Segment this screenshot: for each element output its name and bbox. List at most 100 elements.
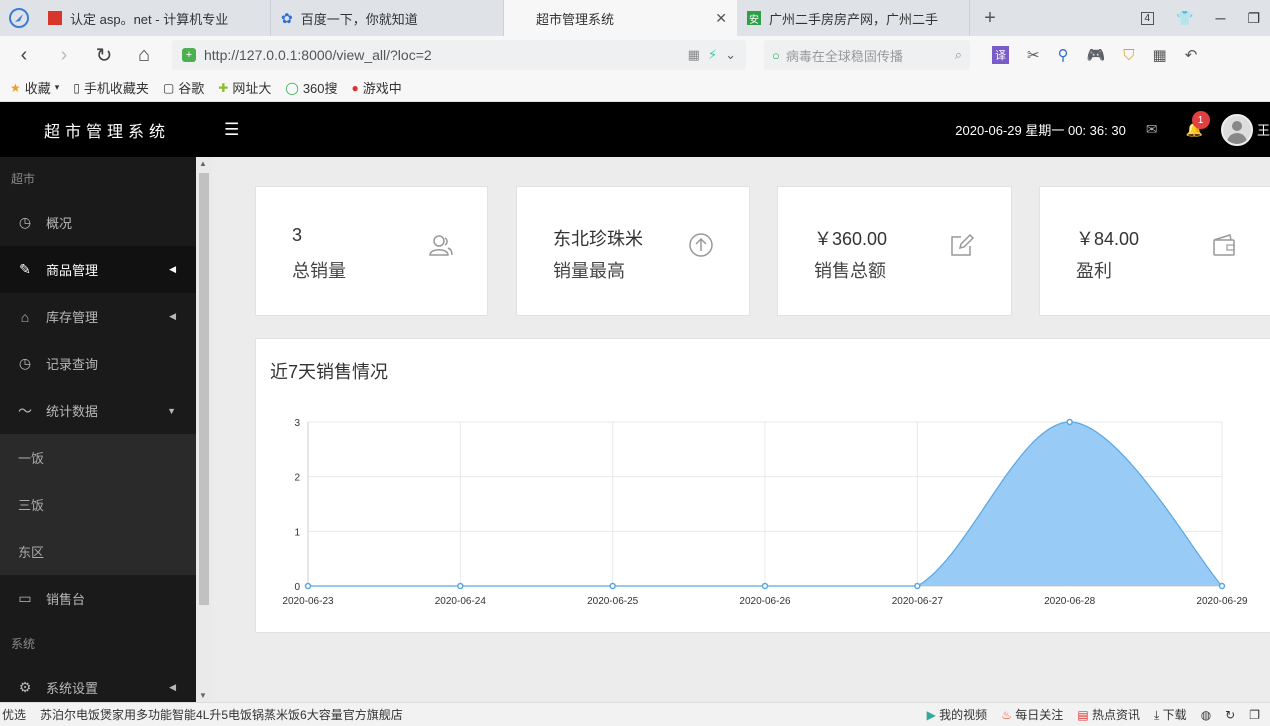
data-point (914, 582, 921, 590)
news-ticker[interactable]: 苏泊尔电饭煲家用多功能智能4L升5电饭锅蒸米饭6大容量官方旗舰店 (40, 706, 927, 723)
bookmark-games[interactable]: ● 游戏中 (352, 78, 402, 97)
shield-icon[interactable]: ⛉ (1123, 47, 1134, 64)
data-point (609, 582, 616, 590)
user-name[interactable]: 王 (1257, 120, 1270, 139)
maximize-icon[interactable]: ❐ (1247, 10, 1260, 27)
x-tick-label: 2020-06-28 (1044, 596, 1096, 607)
app-brand[interactable]: 超市管理系统 (0, 118, 196, 142)
lightning-icon[interactable]: ⚡ (708, 47, 717, 63)
magnifier-icon[interactable]: ⚲ (1058, 46, 1069, 64)
undo-icon[interactable]: ↶ (1185, 46, 1198, 64)
status-link-daily[interactable]: ♨ 每日关注 (1001, 706, 1063, 723)
card-total-sales: 3 总销量 (255, 186, 488, 316)
status-link-hot[interactable]: ▤ 热点资讯 (1077, 706, 1140, 723)
sidebar-subitem-3[interactable]: 东区 (0, 528, 196, 575)
apps-grid-icon[interactable]: ▦ (1153, 46, 1167, 64)
tab-count-badge[interactable]: 4 (1140, 11, 1155, 25)
sidebar-item-overview[interactable]: ◷ 概况 (0, 199, 196, 246)
search-engine-icon[interactable]: ○ (772, 48, 780, 63)
reload-button[interactable]: ↻ (86, 40, 122, 70)
secure-shield-icon: + (182, 48, 196, 62)
mail-icon[interactable]: ✉ (1146, 121, 1158, 138)
status-left-label: 优选 (2, 708, 27, 722)
page-icon: ▢ (162, 80, 175, 95)
sidebar-section-system: 系统 (0, 622, 196, 664)
x-tick-label: 2020-06-23 (282, 596, 334, 607)
card-label: 盈利 (1076, 261, 1112, 281)
speaker-icon[interactable]: ◍ (1201, 708, 1211, 722)
browser-tab-3[interactable]: 超市管理系统 ✕ (504, 0, 737, 36)
search-icon[interactable]: ⌕ (955, 47, 962, 63)
bookmark-google[interactable]: ▢ 谷歌 (163, 78, 204, 97)
browser-tab-4[interactable]: 安 广州二手房房产网，广州二手 (737, 0, 970, 36)
sidebar-subitem-2[interactable]: 三饭 (0, 481, 196, 528)
card-value: 东北珍珠米 (553, 229, 643, 249)
bookmark-360[interactable]: ◯ 360搜 (285, 78, 337, 97)
x-tick-label: 2020-06-24 (435, 596, 487, 607)
sidebar-item-inventory[interactable]: ⌂ 库存管理 ◀ (0, 293, 196, 340)
bell-icon[interactable]: 🔔 1 (1186, 111, 1210, 138)
scroll-down-icon[interactable]: ▼ (199, 691, 207, 700)
browser-tab-2[interactable]: ✿ 百度一下，你就知道 (271, 0, 504, 36)
sidebar-item-goods[interactable]: ✎ 商品管理 ◀ (0, 246, 196, 293)
browser-logo-icon[interactable] (0, 0, 38, 36)
sidebar-section-supermarket: 超市 (0, 157, 196, 199)
tab-favicon-icon: 安 (747, 11, 761, 26)
scroll-thumb[interactable] (199, 173, 209, 605)
bookmark-favorites[interactable]: ★ 收藏 ▾ (10, 78, 59, 97)
baidu-favicon-icon: ✿ (281, 9, 293, 26)
sidebar-item-settings[interactable]: ⚙ 系统设置 ◀ (0, 664, 196, 702)
chevron-down-icon[interactable]: ⌄ (725, 47, 736, 63)
chevron-left-icon: ◀ (169, 682, 176, 692)
translate-icon[interactable]: 译 (992, 46, 1009, 64)
pencil-icon: ✎ (19, 261, 31, 277)
skin-icon[interactable]: 👕 (1176, 10, 1193, 27)
browser-tab-1[interactable]: 认定 asp。net - 计算机专业 (38, 0, 271, 36)
sidebar-subitem-1[interactable]: 一饭 (0, 434, 196, 481)
x-tick-label: 2020-06-26 (739, 596, 791, 607)
card-label: 销售总额 (814, 261, 886, 281)
new-tab-button[interactable]: + (970, 0, 1010, 36)
window-icon[interactable]: ❐ (1249, 708, 1260, 722)
tab-title: 超市管理系统 (536, 11, 615, 27)
chevron-down-icon: ▼ (167, 405, 176, 416)
sidebar-item-statistics[interactable]: 〜 统计数据 ▼ (0, 387, 196, 434)
menu-toggle-icon[interactable]: ☰ (224, 120, 239, 140)
scroll-up-icon[interactable]: ▲ (199, 159, 207, 168)
refresh-icon[interactable]: ↻ (1225, 708, 1235, 722)
chevron-left-icon: ◀ (169, 311, 176, 321)
browser-tabbar: 认定 asp。net - 计算机专业 ✿ 百度一下，你就知道 超市管理系统 ✕ … (0, 0, 1270, 36)
back-button[interactable]: ‹ (6, 40, 42, 70)
url-text: http://127.0.0.1:8000/view_all/?loc=2 (204, 47, 432, 63)
avatar[interactable] (1220, 113, 1253, 146)
y-tick-label: 3 (294, 418, 300, 429)
sidebar-item-pos[interactable]: ▭ 销售台 (0, 575, 196, 622)
forward-button[interactable]: › (46, 40, 82, 70)
close-tab-icon[interactable]: ✕ (715, 10, 727, 27)
scissors-icon[interactable]: ✂ (1027, 46, 1040, 64)
card-value: ￥84.00 (1076, 229, 1140, 249)
sidebar-scrollbar[interactable]: ▲ ▼ (196, 157, 212, 702)
tab-title: 百度一下，你就知道 (300, 11, 418, 27)
qr-icon[interactable]: ▦ (688, 47, 700, 63)
bookmarks-bar: ★ 收藏 ▾ ▯ 手机收藏夹 ▢ 谷歌 ✚ 网址大 ◯ 360搜 ● 游戏中 (0, 74, 1270, 102)
bookmark-sites[interactable]: ✚ 网址大 (218, 78, 271, 97)
news-icon: ▤ (1077, 708, 1089, 722)
status-link-download[interactable]: ⤓ 下载 (1154, 706, 1187, 723)
tab-title: 广州二手房房产网，广州二手 (769, 11, 939, 27)
gamepad-icon[interactable]: 🎮 (1087, 46, 1106, 64)
bookmark-mobile[interactable]: ▯ 手机收藏夹 (73, 78, 149, 97)
home-button[interactable]: ⌂ (126, 40, 162, 70)
minimize-icon[interactable]: ─ (1216, 10, 1226, 26)
card-value: ￥360.00 (814, 229, 888, 249)
status-link-video[interactable]: ▶ 我的视频 (927, 706, 988, 723)
data-point (761, 582, 769, 590)
card-value: 3 (292, 225, 303, 245)
sidebar-item-records[interactable]: ◷ 记录查询 (0, 340, 196, 387)
url-field[interactable]: + http://127.0.0.1:8000/view_all/?loc=2 … (172, 40, 746, 70)
card-label: 总销量 (292, 261, 346, 281)
card-total-revenue: ￥360.00 销售总额 (777, 186, 1012, 316)
search-field[interactable]: ○ 病毒在全球稳固传播 ⌕ (764, 40, 970, 70)
card-profit: ￥84.00 盈利 (1039, 186, 1270, 316)
y-tick-label: 1 (294, 527, 300, 538)
